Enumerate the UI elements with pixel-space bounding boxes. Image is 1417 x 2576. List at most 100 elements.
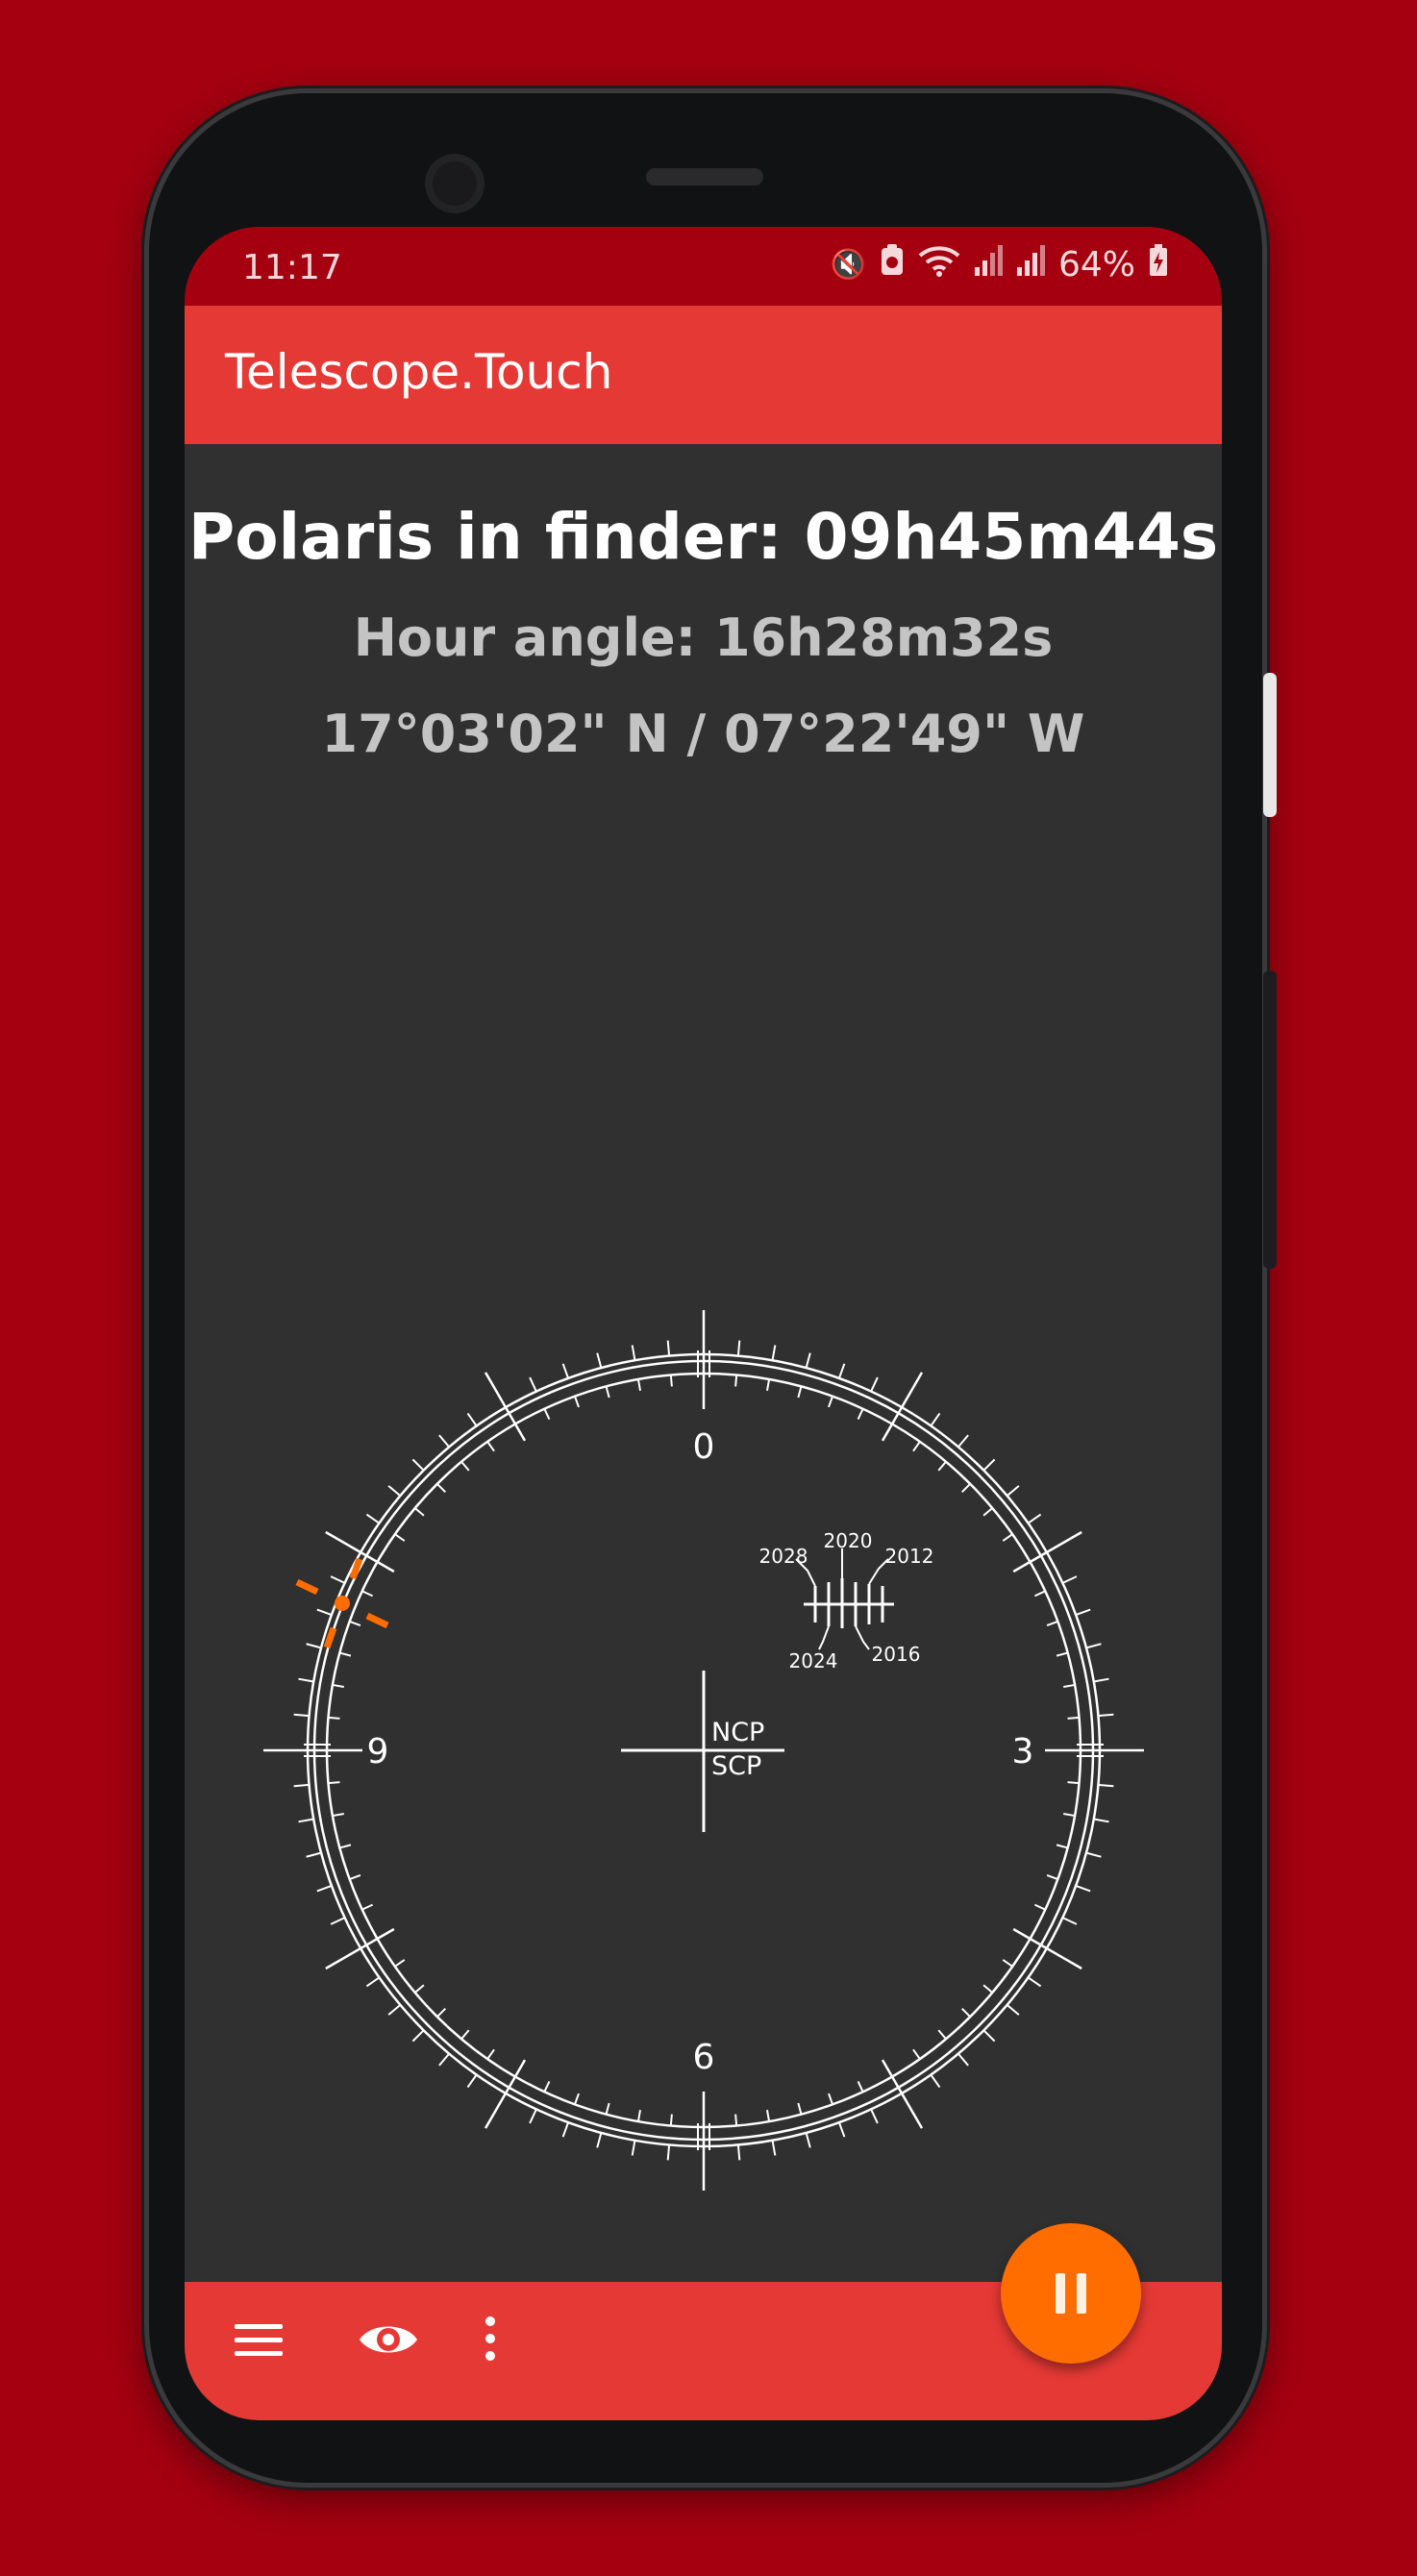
reticle-tick — [1046, 1620, 1058, 1626]
reticle-tick — [982, 2029, 996, 2043]
year-label-2020: 2020 — [824, 1529, 873, 1552]
hour-label-0: 0 — [693, 1427, 715, 1467]
reticle-tick — [330, 1917, 346, 1925]
reticle-tick — [805, 1352, 811, 1369]
reticle-tick — [1093, 1677, 1109, 1683]
reticle-tick — [529, 1376, 537, 1393]
reticle-tick — [486, 2048, 495, 2060]
reticle-tick — [486, 1441, 495, 1452]
reticle-tick — [1006, 1485, 1020, 1497]
reticle-tick — [1067, 1716, 1080, 1720]
reticle-tick — [960, 1483, 971, 1494]
reticle-tick — [1063, 1683, 1076, 1688]
reticle-tick — [669, 1375, 673, 1387]
reticle-tick — [857, 2080, 864, 2093]
reticle-tick — [293, 1713, 310, 1718]
app-bar: Telescope.Touch — [185, 306, 1222, 444]
reticle-tick — [1093, 1818, 1109, 1823]
year-label-2024: 2024 — [789, 1649, 838, 1672]
reticle-tick — [394, 1533, 406, 1542]
eye-icon[interactable] — [358, 2318, 419, 2361]
reticle-tick — [736, 2144, 741, 2161]
reticle-tick — [1098, 1713, 1114, 1718]
hour-label-3: 3 — [1012, 1732, 1034, 1771]
reticle-tick — [937, 1461, 947, 1472]
reticle-tick — [332, 1813, 344, 1818]
reticle-tick — [349, 1620, 361, 1626]
reticle-tick — [414, 1984, 425, 1994]
reticle-tick — [298, 1677, 314, 1683]
reticle-tick — [1061, 1575, 1078, 1584]
reticle-tick — [605, 2102, 610, 2115]
power-button — [1263, 673, 1277, 817]
year-label-2012: 2012 — [885, 1545, 934, 1568]
reticle-tick — [930, 1412, 941, 1427]
reticle-tick — [561, 2121, 570, 2138]
pause-button[interactable] — [1001, 2223, 1141, 2364]
reticle-tick — [805, 2132, 811, 2148]
reticle-tick — [543, 1408, 551, 1421]
reticle-tick — [466, 1412, 478, 1427]
reticle-tick — [436, 1483, 447, 1494]
reticle-tick — [937, 2029, 947, 2040]
reticle-tick — [960, 2007, 971, 2018]
reticle-tick — [930, 2073, 941, 2089]
more-vert-icon[interactable] — [485, 2316, 496, 2365]
reticle-tick — [957, 2052, 969, 2067]
polaris-marker — [295, 1557, 389, 1649]
reticle-tick — [387, 1485, 402, 1497]
reticle-tick — [339, 1844, 352, 1849]
signal-icon — [974, 244, 1003, 285]
nfc-icon — [880, 244, 905, 285]
reticle-tick — [411, 1458, 425, 1472]
reticle-tick — [1002, 1959, 1013, 1968]
reticle-tick — [1061, 1917, 1078, 1925]
reticle-tick — [957, 1434, 969, 1449]
reticle-tick — [771, 1345, 777, 1361]
reticle-tick — [561, 1363, 570, 1379]
reticle-tick — [361, 1590, 374, 1598]
mute-icon: 🔇 — [830, 247, 866, 282]
reticle-tick — [543, 2080, 551, 2093]
reticle-tick — [631, 2140, 636, 2156]
reticle-tick — [1085, 1851, 1102, 1858]
reticle-tick — [529, 2108, 537, 2124]
reticle-tick — [766, 2110, 771, 2122]
reticle-tick — [573, 2093, 580, 2105]
pause-icon-bar — [1077, 2273, 1086, 2314]
reticle-tick — [837, 2121, 846, 2138]
reticle-tick — [734, 1375, 738, 1387]
reticle-tick — [361, 1903, 374, 1911]
precession-scale — [795, 1548, 894, 1650]
reticle-tick — [636, 1378, 641, 1391]
year-label-2016: 2016 — [872, 1643, 921, 1666]
reticle-tick — [1002, 1533, 1013, 1542]
reticle-tick — [394, 1959, 406, 1968]
reticle-tick — [293, 1783, 310, 1788]
signal-icon — [1016, 244, 1045, 285]
volume-button — [1263, 971, 1277, 1269]
reticle-tick — [837, 1363, 846, 1379]
reticle-tick — [365, 1513, 381, 1524]
screen: 11:17 🔇 64% Telescope.Touch Polaris in f — [185, 227, 1222, 2420]
battery-percent: 64% — [1057, 245, 1135, 285]
reticle-tick — [414, 1507, 425, 1517]
reticle-tick — [1033, 1590, 1046, 1598]
reticle-tick — [306, 1643, 322, 1649]
hour-label-6: 6 — [693, 2038, 715, 2077]
reticle-tick — [1098, 1783, 1114, 1788]
reticle-tick — [734, 2114, 738, 2126]
reticle-tick — [912, 1441, 921, 1452]
reticle-tick — [573, 1396, 580, 1408]
reticle-tick — [982, 1507, 993, 1517]
reticle-tick — [1085, 1643, 1102, 1649]
reticle-tick — [766, 1378, 771, 1391]
reticle-tick — [1046, 1874, 1058, 1881]
reticle-tick — [828, 1396, 834, 1408]
reticle-tick — [436, 2007, 447, 2018]
scp-label: SCP — [711, 1751, 761, 1781]
reticle-tick — [387, 2004, 402, 2016]
menu-icon[interactable] — [235, 2324, 283, 2357]
reticle-tick — [316, 1884, 333, 1893]
polar-scope-reticle[interactable]: NCP SCP 0 3 6 9 2028 2020 2012 2024 2016 — [185, 444, 1222, 2324]
